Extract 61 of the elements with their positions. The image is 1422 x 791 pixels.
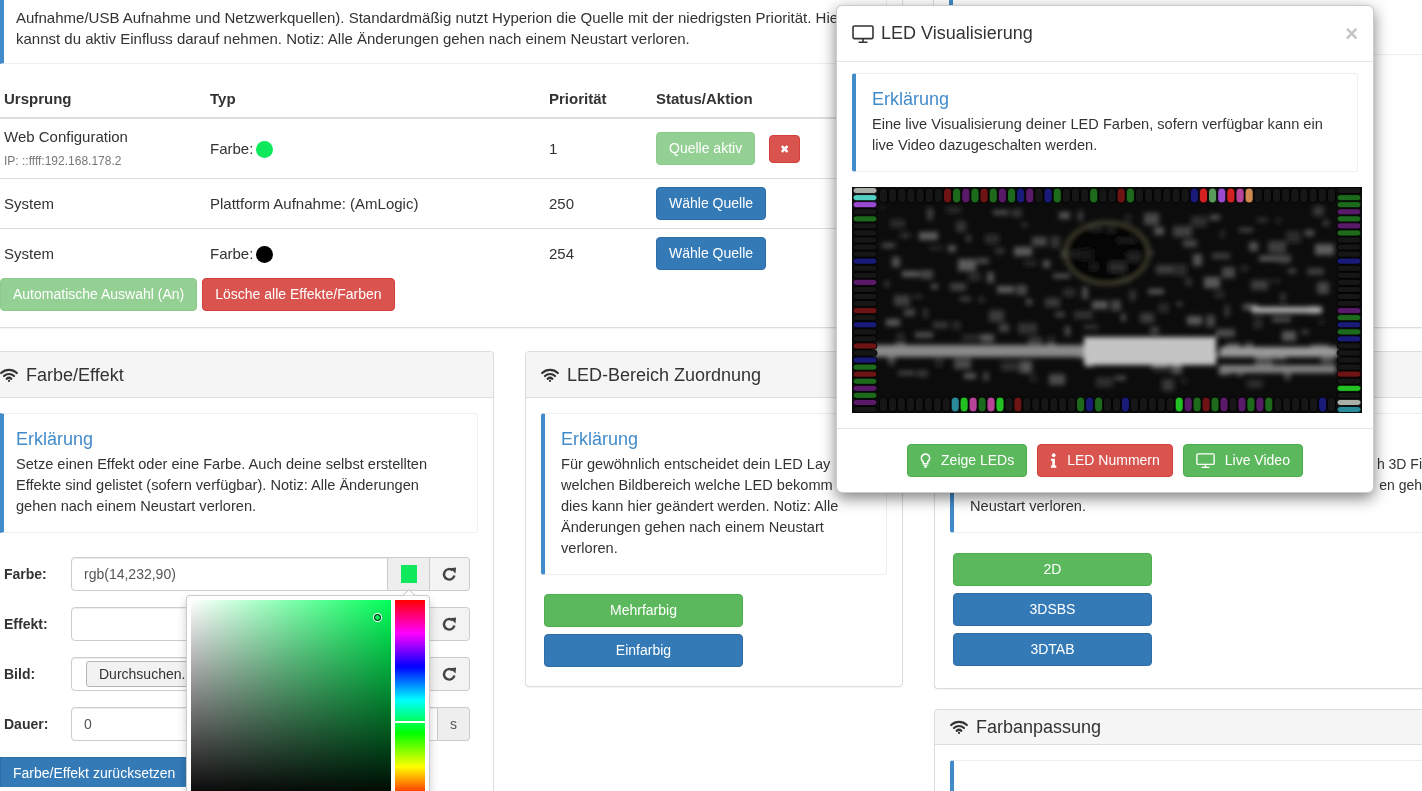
color-input[interactable]: rgb(14,232,90)	[71, 557, 388, 591]
table-cell: 254	[545, 228, 652, 278]
mode-button[interactable]: 3DSBS	[953, 593, 1152, 626]
origin-address: IP: ::ffff:192.168.178.2	[4, 153, 122, 170]
table-cell: System	[0, 228, 206, 278]
choose-source-button[interactable]: Wähle Quelle	[656, 187, 767, 220]
column-header: Ursprung	[0, 81, 206, 118]
column-header: Priorität	[545, 81, 652, 118]
table-cell: 1	[545, 118, 652, 179]
choose-source-button[interactable]: Wähle Quelle	[656, 237, 767, 270]
refresh-icon	[442, 616, 457, 632]
field-label: Farbe:	[3, 565, 48, 584]
callout-text: Neustart verloren.	[970, 497, 1086, 516]
saturation-field[interactable]	[191, 600, 391, 791]
refresh-button[interactable]	[430, 607, 470, 641]
reset-button[interactable]: Farbe/Effekt zurücksetzen	[0, 757, 189, 787]
panel-title: Farbanpassung	[976, 716, 1102, 739]
wifi-icon	[950, 720, 968, 734]
refresh-icon	[442, 566, 457, 582]
callout-text: en geh	[1379, 476, 1422, 495]
type-label: Farbe:	[210, 139, 254, 157]
origin-name: Web Configuration	[4, 127, 128, 147]
lightbulb-icon	[920, 453, 932, 468]
led-numbers-button[interactable]: LED Nummern	[1037, 444, 1173, 477]
table-cell: System	[0, 178, 206, 229]
callout-title: Erklärung	[16, 429, 94, 449]
mode-button[interactable]: 3DTAB	[953, 633, 1152, 666]
info-icon	[1050, 453, 1058, 468]
wifi-icon	[0, 367, 18, 382]
panel-title: LED-Bereich Zuordnung	[567, 363, 762, 387]
refresh-button[interactable]	[430, 657, 470, 691]
monitor-icon	[1195, 453, 1215, 468]
field-label: Bild:	[3, 665, 37, 684]
unit-addon: s	[438, 707, 470, 741]
field-label: Effekt:	[3, 615, 49, 634]
show-leds-button[interactable]: Zeige LEDs	[907, 444, 1028, 477]
mode-button[interactable]: 2D	[953, 553, 1152, 586]
monitor-icon	[852, 24, 874, 43]
option-button[interactable]: Mehrfarbig	[544, 594, 743, 627]
callout-text: Eine live Visualisierung deiner LED Farben, sofern verfügbar kann ein live Video dazugeschalten werden.	[872, 115, 1324, 155]
callout-text: h 3D Fi	[1376, 455, 1422, 474]
panel-title: Farbe/Effekt	[26, 363, 124, 387]
table-cell: 250	[545, 178, 652, 229]
modal-title: LED Visualisierung	[881, 22, 1033, 45]
option-button[interactable]: Einfarbig	[544, 634, 743, 667]
live-video-button[interactable]: Live Video	[1182, 444, 1303, 477]
callout-title: Erklärung	[561, 429, 639, 449]
type-label: Farbe:	[210, 244, 254, 262]
refresh-icon	[442, 666, 457, 682]
callout-text: Setze einen Effekt oder eine Farbe. Auch deine selbst erstellten Effekte sind gelistet (sofern verfügbar). Notiz: Alle Änderungen gehen nach einem Neustart verloren.	[16, 455, 429, 516]
clear-all-button[interactable]: Lösche alle Effekte/Farben	[202, 278, 395, 311]
hue-handle[interactable]	[395, 720, 425, 723]
table-cell: Plattform Aufnahme: (AmLogic)	[206, 178, 545, 229]
hue-slider[interactable]	[395, 600, 425, 791]
field-label: Dauer:	[3, 715, 50, 734]
column-header: Typ	[206, 81, 545, 118]
callout-text: Für gewöhnlich entscheidet dein LED Lay welchen Bildbereich welche LED bekomm dies kann hier geändert werden. Notiz: Alle Änderungen gehen nach einem Neustart verloren.	[561, 455, 840, 558]
remove-button[interactable]: ✖	[769, 134, 801, 163]
color-picker-button[interactable]	[388, 557, 430, 591]
wifi-icon	[541, 367, 559, 382]
refresh-button[interactable]	[430, 557, 470, 591]
